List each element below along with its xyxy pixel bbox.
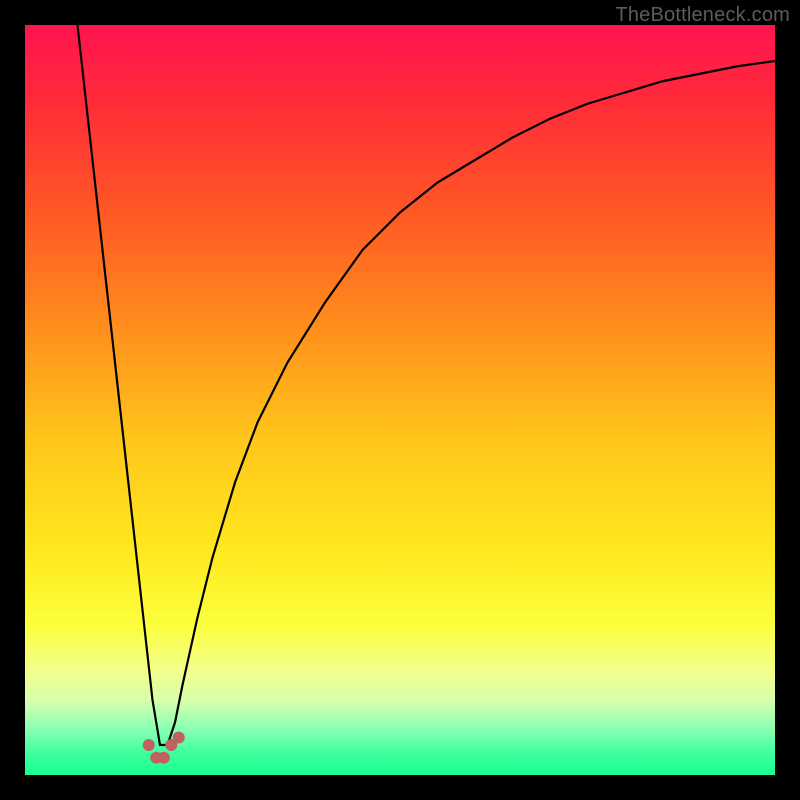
minimum-markers xyxy=(143,732,185,764)
watermark-text: TheBottleneck.com xyxy=(615,4,790,27)
curve-layer xyxy=(25,25,775,775)
chart-frame: TheBottleneck.com xyxy=(0,0,800,800)
minimum-marker xyxy=(158,752,170,764)
plot-area xyxy=(25,25,775,775)
minimum-marker xyxy=(143,739,155,751)
bottleneck-curve xyxy=(78,25,776,745)
minimum-marker xyxy=(173,732,185,744)
